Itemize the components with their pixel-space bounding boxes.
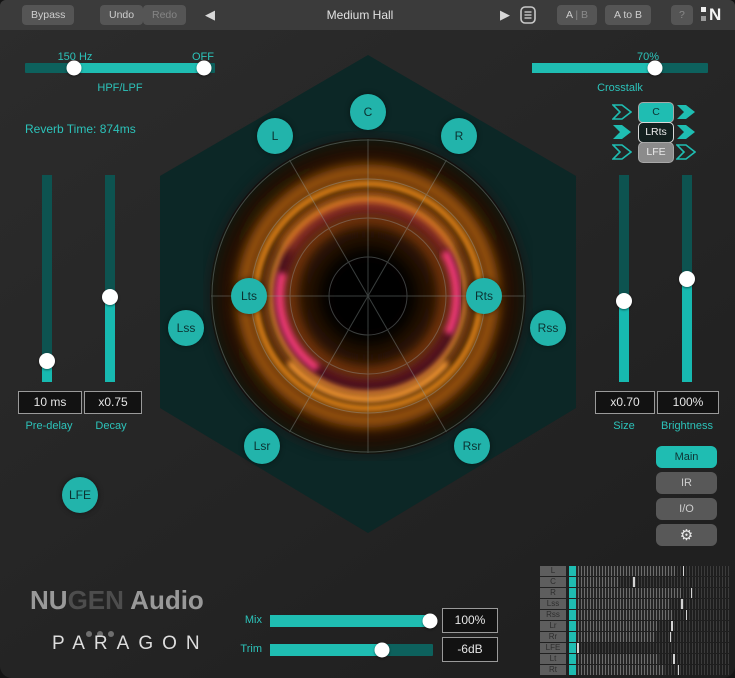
- channel-node-l[interactable]: L: [257, 118, 293, 154]
- channel-node-c[interactable]: C: [350, 94, 386, 130]
- brightness-slider[interactable]: [682, 175, 692, 382]
- brand-dots-icon: [86, 624, 130, 630]
- trim-fill: [270, 644, 382, 656]
- channel-node-rss[interactable]: Rss: [530, 310, 566, 346]
- decay-fill: [105, 297, 115, 382]
- channel-node-lts[interactable]: Lts: [231, 278, 267, 314]
- hpf-lpf-fill: [74, 63, 203, 73]
- crosstalk-slider[interactable]: [532, 63, 708, 73]
- size-fill: [619, 301, 629, 382]
- route-out-chevron-c[interactable]: [676, 104, 696, 120]
- crosstalk-fill: [532, 63, 655, 73]
- decay-value[interactable]: x0.75: [84, 391, 142, 414]
- paragon-window: Bypass Undo Redo ◀ Medium Hall ▶ A | B A…: [0, 0, 735, 678]
- mix-value[interactable]: 100%: [442, 608, 498, 633]
- trim-handle[interactable]: [375, 643, 390, 658]
- route-out-chevron-lrts[interactable]: [676, 124, 696, 140]
- mix-fill: [270, 615, 430, 627]
- lpf-handle[interactable]: [196, 61, 211, 76]
- route-in-chevron-lrts[interactable]: [612, 124, 632, 140]
- channel-node-lfe[interactable]: LFE: [62, 477, 98, 513]
- trim-slider[interactable]: [270, 644, 433, 656]
- mix-handle[interactable]: [422, 614, 437, 629]
- route-button-c[interactable]: C: [638, 102, 674, 123]
- hpf-handle[interactable]: [67, 61, 82, 76]
- decay-label: Decay: [71, 420, 151, 432]
- mix-label: Mix: [222, 614, 262, 626]
- decay-handle[interactable]: [102, 289, 118, 305]
- route-button-lfe[interactable]: LFE: [638, 142, 674, 163]
- crosstalk-label: Crosstalk: [560, 82, 680, 94]
- hpf-lpf-slider[interactable]: [25, 63, 215, 73]
- route-out-chevron-lfe[interactable]: [676, 144, 696, 160]
- predelay-slider[interactable]: [42, 175, 52, 382]
- tab-io[interactable]: I/O: [656, 498, 717, 520]
- decay-slider[interactable]: [105, 175, 115, 382]
- channel-node-lsr[interactable]: Lsr: [244, 428, 280, 464]
- size-handle[interactable]: [616, 293, 632, 309]
- tab-main[interactable]: Main: [656, 446, 717, 468]
- channel-node-lss[interactable]: Lss: [168, 310, 204, 346]
- crosstalk-handle[interactable]: [648, 61, 663, 76]
- crosstalk-value: 70%: [618, 51, 678, 63]
- mix-slider[interactable]: [270, 615, 433, 627]
- size-slider[interactable]: [619, 175, 629, 382]
- route-in-chevron-c[interactable]: [612, 104, 632, 120]
- route-in-chevron-lfe[interactable]: [612, 144, 632, 160]
- trim-value[interactable]: -6dB: [442, 637, 498, 662]
- route-button-lrts[interactable]: LRts: [638, 122, 674, 143]
- reverb-time-readout: Reverb Time: 874ms: [25, 122, 205, 136]
- brightness-label: Brightness: [646, 420, 728, 432]
- predelay-handle[interactable]: [39, 353, 55, 369]
- brightness-handle[interactable]: [679, 271, 695, 287]
- trim-label: Trim: [222, 643, 262, 655]
- channel-node-rsr[interactable]: Rsr: [454, 428, 490, 464]
- hpf-lpf-label: HPF/LPF: [60, 82, 180, 94]
- channel-node-r[interactable]: R: [441, 118, 477, 154]
- product-name: PARAGON: [52, 633, 209, 655]
- settings-gear-icon[interactable]: ⚙: [656, 524, 717, 546]
- predelay-value[interactable]: 10 ms: [18, 391, 82, 414]
- size-value[interactable]: x0.70: [595, 391, 655, 414]
- brightness-fill: [682, 279, 692, 383]
- brightness-value[interactable]: 100%: [657, 391, 719, 414]
- tab-ir[interactable]: IR: [656, 472, 717, 494]
- brand-name: NUGEN Audio: [30, 585, 204, 616]
- channel-node-rts[interactable]: Rts: [466, 278, 502, 314]
